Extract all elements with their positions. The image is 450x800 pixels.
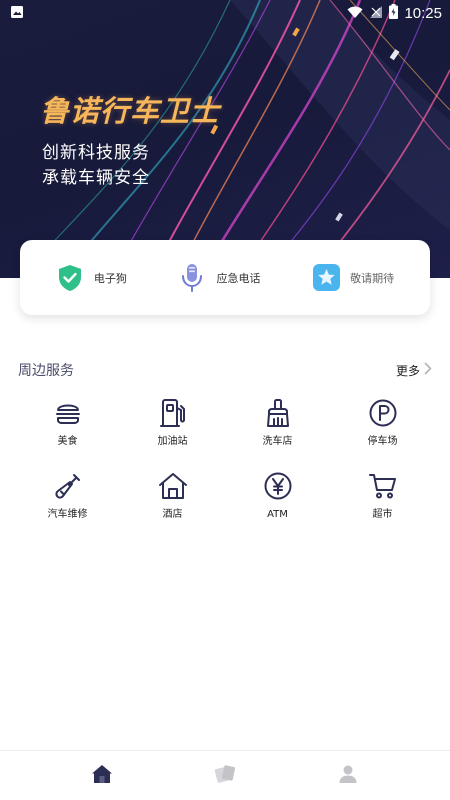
status-bar: 10:25 <box>0 0 450 26</box>
shield-check-icon <box>56 264 84 292</box>
burger-icon <box>52 397 84 429</box>
service-atm[interactable]: ATM <box>225 470 330 522</box>
star-icon <box>312 264 340 292</box>
microphone-icon <box>178 263 206 292</box>
quick-actions-card: 电子狗 应急电话 敬请期待 <box>20 240 430 315</box>
quick-action-emergency-call[interactable]: 应急电话 <box>178 263 261 292</box>
home-icon <box>91 764 113 788</box>
service-label: 停车场 <box>367 436 398 447</box>
gas-station-icon <box>157 397 189 429</box>
yen-icon <box>262 470 294 502</box>
more-link[interactable]: 更多 <box>396 362 432 379</box>
brush-icon <box>262 397 294 429</box>
more-label: 更多 <box>395 363 420 378</box>
wifi-icon <box>347 4 363 23</box>
slogan-line-2: 承载车辆安全 <box>42 168 150 188</box>
app-screen: 10:25 鲁诺行车卫士 创新科技服务 承载车辆安全 电子狗 应急电话 敬请期待… <box>0 0 450 800</box>
parking-icon <box>367 397 399 429</box>
quick-action-label: 应急电话 <box>216 271 261 285</box>
signal-icon <box>369 4 383 23</box>
brand-title: 鲁诺行车卫士 <box>40 94 221 128</box>
service-label: 酒店 <box>162 509 183 520</box>
screwdriver-icon <box>52 470 84 502</box>
house-icon <box>157 470 189 502</box>
quick-action-label: 电子狗 <box>93 271 127 285</box>
tab-home[interactable] <box>82 756 122 796</box>
service-food[interactable]: 美食 <box>15 397 120 449</box>
service-car-wash[interactable]: 洗车店 <box>225 397 330 449</box>
tab-profile[interactable] <box>328 756 368 796</box>
battery-icon <box>389 3 399 23</box>
status-time: 10:25 <box>404 4 442 22</box>
nearby-services-grid: 美食 加油站 洗车店 停车场 汽车维修 酒店 ATM 超市 <box>0 397 450 522</box>
service-supermarket[interactable]: 超市 <box>330 470 435 522</box>
service-label: 汽车维修 <box>47 509 88 520</box>
slogan-line-1: 创新科技服务 <box>42 143 150 163</box>
service-gas-station[interactable]: 加油站 <box>120 397 225 449</box>
service-label: 美食 <box>57 436 78 447</box>
tab-cards[interactable] <box>205 756 245 796</box>
hero-banner: 10:25 鲁诺行车卫士 创新科技服务 承载车辆安全 <box>0 0 450 278</box>
chevron-right-icon <box>424 362 432 378</box>
bottom-navigation <box>0 750 450 800</box>
service-car-repair[interactable]: 汽车维修 <box>15 470 120 522</box>
quick-action-electronic-dog[interactable]: 电子狗 <box>56 264 127 292</box>
service-hotel[interactable]: 酒店 <box>120 470 225 522</box>
nearby-services-header: 周边服务 更多 <box>18 360 432 380</box>
quick-action-coming-soon[interactable]: 敬请期待 <box>312 264 394 292</box>
cards-icon <box>214 764 236 788</box>
service-parking[interactable]: 停车场 <box>330 397 435 449</box>
service-label: 洗车店 <box>262 436 293 447</box>
image-icon <box>10 4 24 23</box>
service-label: 超市 <box>372 509 393 520</box>
service-label: 加油站 <box>157 436 188 447</box>
cart-icon <box>367 470 399 502</box>
section-title: 周边服务 <box>18 363 74 379</box>
profile-icon <box>338 764 358 788</box>
service-label: ATM <box>267 509 288 520</box>
status-icons: 10:25 <box>347 3 442 23</box>
quick-action-label: 敬请期待 <box>350 271 395 285</box>
